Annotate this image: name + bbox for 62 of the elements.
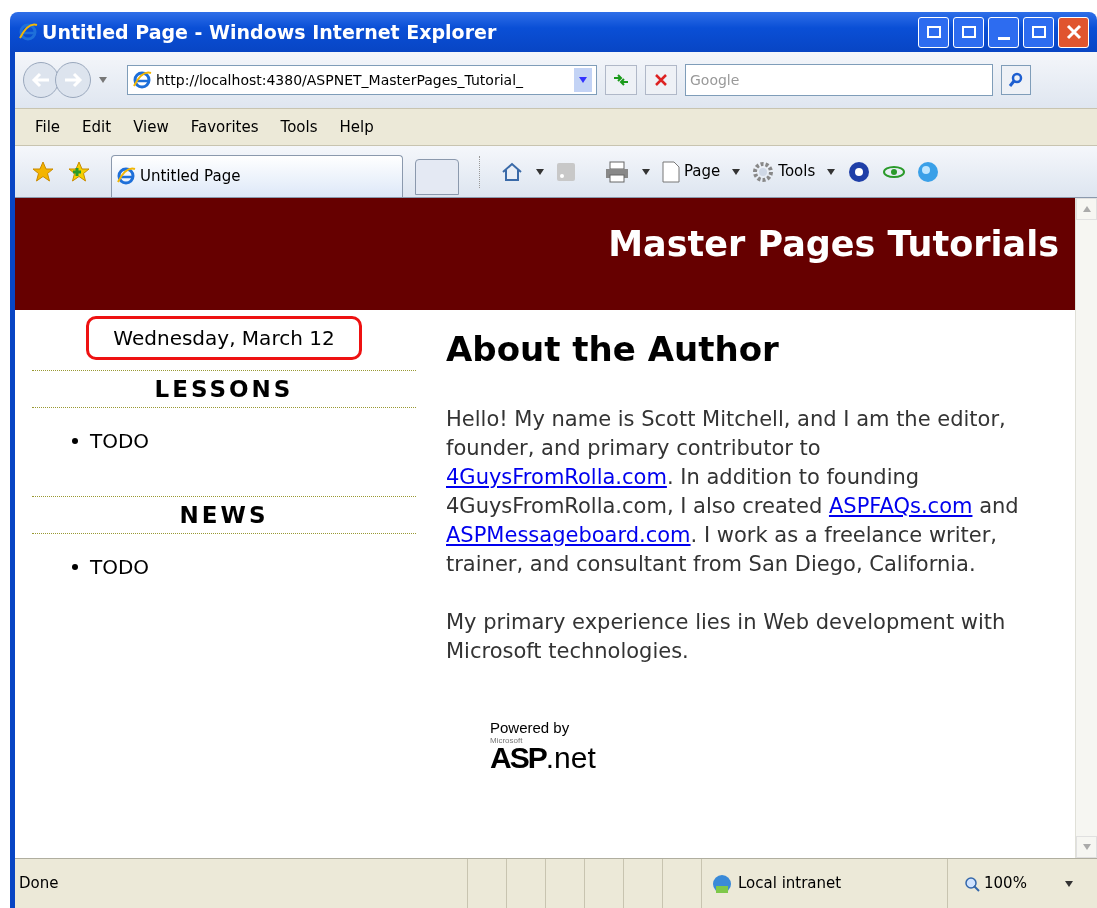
minimize-icon[interactable] xyxy=(988,16,1019,48)
restore-icon[interactable] xyxy=(918,16,949,48)
window-title: Untitled Page - Windows Internet Explorer xyxy=(42,19,498,45)
search-icon xyxy=(1008,72,1024,88)
dropdown-button[interactable] xyxy=(574,68,592,92)
text-link[interactable]: 4GuysFromRolla.com xyxy=(446,465,667,489)
back-arrow-icon xyxy=(31,72,51,88)
status-text: Done xyxy=(18,873,60,895)
menu-item[interactable]: Tools xyxy=(280,115,318,139)
favorites-star-icon[interactable] xyxy=(31,159,55,184)
menu-item[interactable]: Help xyxy=(339,115,374,139)
search-field[interactable]: Google xyxy=(685,64,993,96)
page-icon xyxy=(132,70,152,90)
bullet-icon xyxy=(72,564,78,570)
maximize-icon[interactable] xyxy=(1023,16,1054,48)
list-item: TODO xyxy=(90,428,150,455)
forward-arrow-icon xyxy=(63,72,83,88)
text-link[interactable]: ASPFAQs.com xyxy=(828,494,973,518)
menu-item[interactable]: Edit xyxy=(82,115,112,139)
caret-icon[interactable] xyxy=(732,168,741,175)
search-button[interactable] xyxy=(1001,65,1031,95)
zoom-control[interactable]: 100% xyxy=(947,859,1097,908)
tools-menu[interactable]: Tools xyxy=(778,160,816,183)
maker-text: Microsoft xyxy=(490,737,524,745)
close-icon xyxy=(654,73,668,87)
browser-logo-icon xyxy=(18,22,38,42)
paragraph: Hello! My name is Scott Mitchell, and I am the editor, founder, and primary contributor to 4GuysFromRolla.com. In addition to founding 4GuysFromRolla.com, I also created ASPFAQs.com and ASPMessageboard.com. I work as a freelance writer, trainer, and consultant from San Diego, California. xyxy=(446,406,1020,578)
page-icon xyxy=(116,166,136,186)
brand-logo-text: ASP.net xyxy=(490,743,597,773)
address-field[interactable]: http://localhost:4380/ASPNET_MasterPages_Tutorial_ xyxy=(127,65,597,95)
bullet-icon xyxy=(72,438,78,444)
printer-icon[interactable] xyxy=(604,160,630,183)
gear-icon xyxy=(752,160,775,183)
paragraph: My primary experience lies in Web development with Microsoft technologies. xyxy=(446,609,1007,665)
caret-icon[interactable] xyxy=(827,168,836,175)
site-title: Master Pages Tutorials xyxy=(608,223,1059,266)
new-tab-button[interactable] xyxy=(415,158,459,195)
section-heading: LESSONS xyxy=(154,374,294,404)
refresh-button[interactable] xyxy=(605,65,637,95)
date-label: Wednesday, March 12 xyxy=(86,316,362,360)
zoom-icon xyxy=(964,875,980,892)
menu-item[interactable]: Favorites xyxy=(190,115,259,139)
stop-button[interactable] xyxy=(645,65,677,95)
menu-item[interactable]: View xyxy=(133,115,169,139)
add-favorite-icon[interactable] xyxy=(67,159,91,184)
browser-tab[interactable]: Untitled Page xyxy=(111,154,403,197)
caret-icon[interactable] xyxy=(1065,880,1073,887)
text-link[interactable]: ASPMessageboard.com xyxy=(446,523,691,547)
refresh-icon xyxy=(612,73,630,87)
page-icon xyxy=(662,160,680,183)
page-menu[interactable]: Page xyxy=(684,160,721,183)
zone-text: Local intranet xyxy=(738,873,842,895)
caret-icon[interactable] xyxy=(579,77,587,83)
caret-icon[interactable] xyxy=(642,168,650,175)
caret-icon[interactable] xyxy=(536,168,544,175)
section-heading: NEWS xyxy=(179,500,269,530)
list-item: TODO xyxy=(90,554,150,581)
network-icon xyxy=(710,873,734,894)
menu-item[interactable]: File xyxy=(35,115,61,139)
powered-by-text: Powered by xyxy=(490,720,571,735)
close-icon[interactable] xyxy=(1058,16,1089,48)
page-heading: About the Author xyxy=(446,328,780,371)
